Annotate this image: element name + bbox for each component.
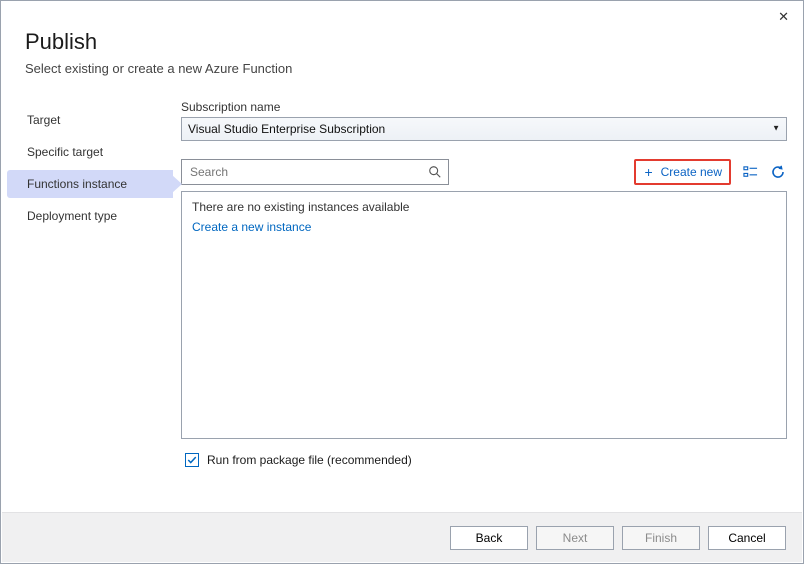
subscription-label: Subscription name [181, 100, 787, 114]
subscription-value: Visual Studio Enterprise Subscription [188, 122, 385, 136]
close-icon[interactable]: ✕ [778, 9, 789, 25]
subscription-select[interactable]: Visual Studio Enterprise Subscription ▼ [181, 117, 787, 141]
sidebar-item-label: Target [27, 113, 60, 127]
chevron-down-icon: ▼ [772, 124, 780, 133]
sidebar-item-label: Specific target [27, 145, 103, 159]
plus-icon: + [643, 166, 655, 178]
cancel-button[interactable]: Cancel [708, 526, 786, 550]
sidebar-item-specific-target[interactable]: Specific target [7, 138, 173, 166]
sidebar-item-functions-instance[interactable]: Functions instance [7, 170, 173, 198]
search-input[interactable] [188, 164, 428, 180]
sidebar-item-label: Deployment type [27, 209, 117, 223]
create-new-label: Create new [661, 165, 722, 179]
resource-view-icon[interactable] [741, 163, 759, 181]
page-subtitle: Select existing or create a new Azure Fu… [25, 61, 779, 76]
dialog-footer: Back Next Finish Cancel [2, 512, 802, 562]
create-instance-link[interactable]: Create a new instance [192, 220, 776, 234]
run-from-package-checkbox[interactable] [185, 453, 199, 467]
sidebar-item-target[interactable]: Target [7, 106, 173, 134]
empty-state-text: There are no existing instances availabl… [192, 200, 776, 214]
wizard-steps-sidebar: Target Specific target Functions instanc… [7, 100, 173, 467]
page-title: Publish [25, 29, 779, 55]
back-button[interactable]: Back [450, 526, 528, 550]
search-input-wrapper[interactable] [181, 159, 449, 185]
finish-button[interactable]: Finish [622, 526, 700, 550]
sidebar-item-deployment-type[interactable]: Deployment type [7, 202, 173, 230]
create-new-button[interactable]: + Create new [639, 163, 726, 181]
instances-list[interactable]: There are no existing instances availabl… [181, 191, 787, 439]
refresh-icon[interactable] [769, 163, 787, 181]
next-button[interactable]: Next [536, 526, 614, 550]
search-icon [428, 165, 442, 179]
create-new-highlight: + Create new [634, 159, 731, 185]
sidebar-item-label: Functions instance [27, 177, 127, 191]
run-from-package-label: Run from package file (recommended) [207, 453, 412, 467]
